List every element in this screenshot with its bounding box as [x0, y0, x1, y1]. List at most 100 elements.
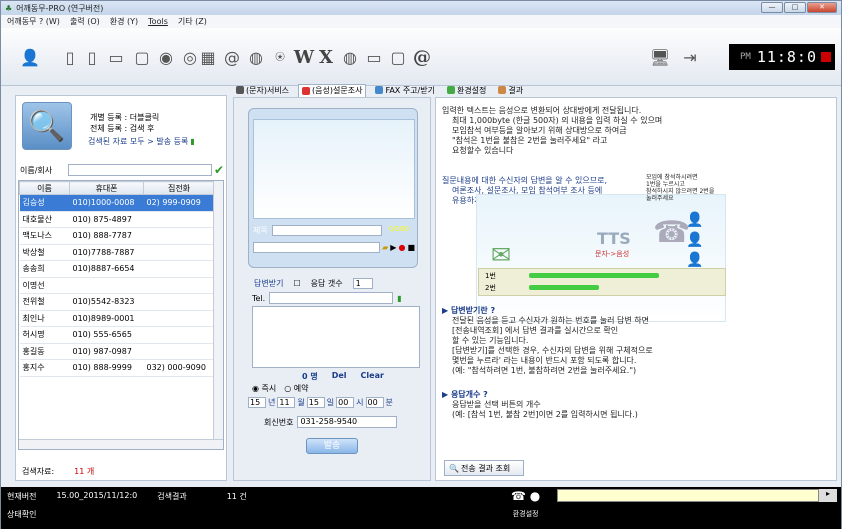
col-name[interactable]: 이름	[19, 181, 70, 195]
table-row[interactable]: 전위철 010)5542-8323	[19, 293, 215, 311]
stop-icon[interactable]: ■	[407, 243, 415, 252]
status-go-button[interactable]: ▸	[819, 489, 837, 502]
exit-door-icon[interactable]: ⇥	[679, 46, 701, 68]
month-select[interactable]: 11	[277, 397, 296, 408]
menu-print[interactable]: 출력 (O)	[70, 16, 100, 27]
radio-reserve[interactable]: ○ 예약	[284, 383, 308, 394]
title-bar: ♣ 어깨동무-PRO (연구버전) — □ ✕	[1, 1, 841, 15]
register-all-link[interactable]: 검색된 자료 모두 > 발송 등록 ▮	[88, 136, 195, 147]
hour-select[interactable]: 00	[336, 397, 355, 408]
reply-checkbox[interactable]: ☐	[293, 279, 300, 288]
cell-name: 대호물산	[19, 211, 70, 228]
checkmark-icon[interactable]: ✔	[212, 163, 226, 177]
tab-sms[interactable]: (문자)서비스	[233, 84, 292, 97]
play-icon[interactable]: ▶	[390, 243, 396, 252]
audio-file-input[interactable]	[253, 241, 381, 253]
table-row[interactable]: 허시명 010) 555-6565	[19, 326, 215, 344]
add-tel-icon[interactable]: ▮	[397, 294, 401, 303]
menu-tools[interactable]: Tools	[148, 17, 168, 26]
vertical-scrollbar[interactable]	[213, 181, 223, 449]
table-row[interactable]: 홍지수 010) 888-9999 032) 000-9090	[19, 359, 215, 377]
tel-label: Tel.	[252, 293, 266, 303]
table-row[interactable]: 김승성 010)1000-0008 02) 999-0909	[19, 194, 215, 212]
word-icon[interactable]: W	[293, 46, 315, 68]
help-panel: 입력한 텍스트는 음성으로 변환되어 상대방에게 전달됩니다. 최대 1,000…	[435, 97, 837, 481]
callback-select[interactable]: 031-258-9540	[297, 416, 398, 428]
radio-now[interactable]: ◉ 즉시	[252, 383, 276, 394]
col-mobile[interactable]: 휴대폰	[69, 181, 144, 195]
close-button[interactable]: ✕	[807, 2, 837, 13]
cell-mobile	[69, 277, 144, 294]
day-select[interactable]: 15	[306, 397, 325, 408]
send-result-button[interactable]: 🔍 전송 결과 조회	[444, 460, 524, 476]
menu-etc[interactable]: 기타 (Z)	[178, 16, 207, 27]
monitor-icon[interactable]: 🖥	[649, 46, 671, 68]
email-icon[interactable]: @	[411, 46, 433, 68]
menu-env[interactable]: 환경 (Y)	[110, 16, 138, 27]
at-icon[interactable]: @	[221, 46, 243, 68]
reply-checkbox-label[interactable]: 답변받기	[254, 278, 283, 289]
result-count: 11 개	[74, 467, 95, 476]
subject-label: 제목	[253, 226, 268, 235]
money-bag-icon[interactable]: ◉	[155, 46, 177, 68]
cell-home	[143, 260, 215, 278]
search-input[interactable]	[68, 164, 212, 176]
table-row[interactable]: 송송희 010)8887-6654	[19, 260, 215, 278]
cell-name: 김승성	[19, 194, 70, 212]
person-icon[interactable]: 👤	[19, 46, 41, 68]
col-home[interactable]: 집전화	[143, 181, 215, 195]
globe-icon[interactable]: ◍	[245, 46, 267, 68]
cell-name: 홍지수	[19, 359, 70, 377]
tts-sub: 문자->음성	[595, 250, 630, 258]
subject-input[interactable]	[271, 225, 382, 236]
cell-home	[143, 244, 215, 261]
table-row[interactable]: 대호물산 010) 875-4897	[19, 211, 215, 228]
calendar-icon[interactable]: ▦	[197, 46, 219, 68]
clear-button[interactable]: Clear	[361, 371, 384, 382]
menu-help[interactable]: 어깨동무 ? (W)	[7, 16, 60, 27]
status-input[interactable]	[557, 489, 819, 502]
year-select[interactable]: 15	[248, 397, 266, 408]
speaker-phone-icon[interactable]: ▯	[81, 46, 103, 68]
search-row: 이름/회사 ✔	[18, 163, 226, 177]
table-row[interactable]: 맥도나스 010) 888-7787	[19, 227, 215, 245]
tab-results[interactable]: 결과	[495, 84, 526, 97]
tab-settings[interactable]: 환경설정	[444, 84, 489, 97]
tab-fax[interactable]: FAX 주고/받기	[372, 84, 438, 97]
tab-voice-survey[interactable]: (음성)설문조사	[298, 83, 367, 97]
cell-mobile: 010) 888-7787	[69, 227, 144, 245]
web-icon[interactable]: ◍	[339, 46, 361, 68]
excel-icon[interactable]: X	[315, 46, 337, 68]
cell-name: 박상철	[19, 244, 70, 261]
send-button[interactable]: 발송	[306, 438, 358, 454]
app-window: ♣ 어깨동무-PRO (연구버전) — □ ✕ 어깨동무 ? (W) 출력 (O…	[0, 0, 842, 529]
compose-panel: 제목 0/100 ▰ ▶ ● ■ 답변받기 ☐ 응답 갯수 1 Tel. ▮ 0…	[233, 97, 431, 481]
delete-button[interactable]: Del	[332, 371, 347, 382]
reserve-datetime: 15 년 11 월 15 일 00 시 00 분	[248, 397, 393, 408]
maximize-button[interactable]: □	[784, 2, 806, 13]
table-row[interactable]: 최인나 010)8989-0001	[19, 310, 215, 327]
memo-icon[interactable]: ▢	[387, 46, 409, 68]
fax-icon[interactable]: ▭	[105, 46, 127, 68]
reply-count-select[interactable]: 1	[352, 278, 373, 289]
tel-input[interactable]	[269, 292, 394, 304]
cell-home	[143, 310, 215, 327]
message-textarea[interactable]	[253, 119, 415, 219]
phone-icon[interactable]: ▯	[59, 46, 81, 68]
cell-home: 032) 000-9090	[143, 359, 215, 377]
table-row[interactable]: 이명선	[19, 277, 215, 294]
card-icon[interactable]: ▭	[363, 46, 385, 68]
person-download-icon[interactable]: ⍟	[269, 46, 291, 68]
settings-phone-icon[interactable]: ☎ ● 환경설정	[511, 489, 540, 519]
folder-icon[interactable]: ▰	[382, 243, 388, 252]
table-row[interactable]: 박상철 010)7788-7887	[19, 244, 215, 261]
record-icon[interactable]: ●	[398, 243, 405, 252]
clock-indicator	[821, 52, 831, 62]
minimize-button[interactable]: —	[761, 2, 783, 13]
cell-mobile: 010) 555-6565	[69, 326, 144, 344]
table-row[interactable]: 홍길동 010) 987-0987	[19, 343, 215, 360]
minute-select[interactable]: 00	[365, 397, 384, 408]
recipient-list[interactable]	[252, 306, 420, 368]
note-icon[interactable]: ▢	[131, 46, 153, 68]
horizontal-scrollbar[interactable]	[19, 439, 223, 449]
